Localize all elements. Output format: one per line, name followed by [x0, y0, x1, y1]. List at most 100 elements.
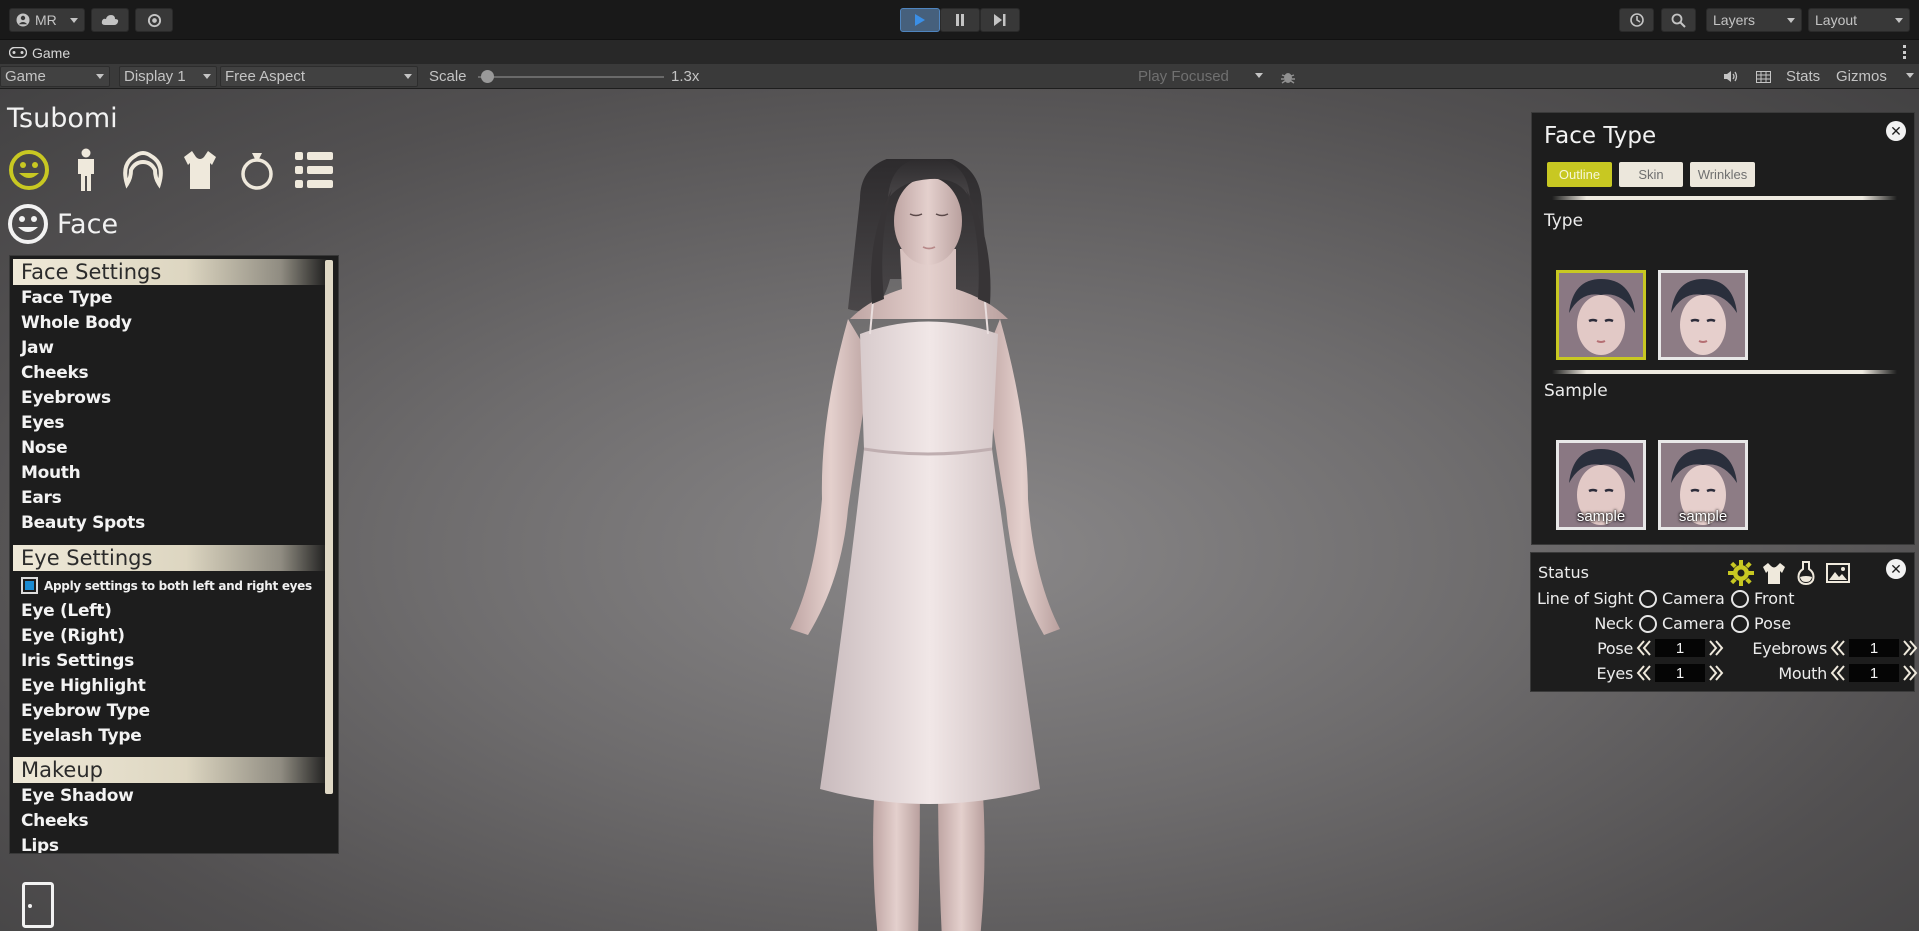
menu-item-eyes[interactable]: Eyes	[21, 413, 64, 433]
mute-button[interactable]	[1719, 67, 1741, 86]
bug-icon	[1281, 72, 1295, 84]
category-hair-button[interactable]	[120, 147, 165, 192]
category-accessory-button[interactable]	[234, 147, 279, 192]
play-icon	[915, 14, 925, 26]
tab-game[interactable]: Game	[0, 40, 84, 65]
menu-item-jaw[interactable]: Jaw	[21, 338, 54, 358]
play-mode-dropdown[interactable]: Play Focused	[1134, 66, 1268, 87]
layers-dropdown[interactable]: Layers	[1706, 8, 1802, 32]
menu-item-beauty-spots[interactable]: Beauty Spots	[21, 513, 145, 533]
chevron-left-icon[interactable]	[1829, 664, 1847, 682]
eyes-value[interactable]: 1	[1655, 664, 1705, 682]
menu-item-eye-shadow[interactable]: Eye Shadow	[21, 786, 134, 806]
mouth-value[interactable]: 1	[1849, 664, 1899, 682]
los-camera-radio[interactable]: Camera	[1639, 589, 1725, 608]
menu-item-lips[interactable]: Lips	[21, 836, 59, 853]
chevron-right-icon[interactable]	[1901, 639, 1919, 657]
category-body-button[interactable]	[63, 147, 108, 192]
tab-skin[interactable]: Skin	[1619, 162, 1683, 187]
chevron-left-icon[interactable]	[1635, 664, 1653, 682]
menu-item-eyebrow-type[interactable]: Eyebrow Type	[21, 701, 150, 721]
step-button[interactable]	[980, 8, 1020, 32]
chevron-left-icon[interactable]	[1829, 639, 1847, 657]
eyes-label: Eyes	[1596, 664, 1633, 683]
sample-thumb-2[interactable]: sample	[1658, 440, 1748, 530]
group-face-settings[interactable]: Face Settings	[13, 259, 328, 285]
menu-item-face-type[interactable]: Face Type	[21, 288, 113, 308]
sample-thumb-1[interactable]: sample	[1556, 440, 1646, 530]
tab-wrinkles-label: Wrinkles	[1697, 167, 1748, 182]
display-dropdown[interactable]: Display 1	[119, 66, 217, 87]
menu-item-cheeks[interactable]: Cheeks	[21, 363, 89, 383]
gizmos-dropdown[interactable]: Gizmos	[1832, 66, 1919, 87]
apply-both-checkbox[interactable]	[21, 577, 38, 594]
face-type-close-button[interactable]: ✕	[1886, 121, 1906, 141]
history-button[interactable]	[1619, 8, 1654, 32]
cloud-button[interactable]	[91, 8, 129, 32]
mouth-stepper[interactable]: 1	[1829, 664, 1919, 682]
pose-value[interactable]: 1	[1655, 639, 1705, 657]
history-icon	[1629, 13, 1644, 27]
tab-wrinkles[interactable]: Wrinkles	[1690, 162, 1755, 187]
game-viewport[interactable]: Tsubomi Face Face Settings Face Type Who…	[0, 89, 1919, 931]
character-model[interactable]	[760, 159, 1100, 931]
category-face-button[interactable]	[6, 147, 51, 192]
stats-grid-button[interactable]	[1752, 67, 1774, 86]
pause-button[interactable]	[940, 8, 980, 32]
play-button[interactable]	[900, 8, 940, 32]
face-type-thumb-1[interactable]	[1556, 270, 1646, 360]
eyes-stepper[interactable]: 1	[1635, 664, 1725, 682]
menu-item-mouth[interactable]: Mouth	[21, 463, 81, 483]
status-gear-button[interactable]	[1727, 559, 1755, 587]
eyebrows-stepper[interactable]: 1	[1829, 639, 1919, 657]
scale-slider-thumb[interactable]	[481, 70, 495, 83]
los-front-radio[interactable]: Front	[1731, 589, 1794, 608]
status-potion-button[interactable]	[1792, 559, 1820, 587]
pose-stepper[interactable]: 1	[1635, 639, 1725, 657]
collab-button[interactable]	[135, 8, 173, 32]
menu-item-ears[interactable]: Ears	[21, 488, 62, 508]
pose-label: Pose	[1597, 639, 1633, 658]
status-image-button[interactable]	[1824, 559, 1852, 587]
scale-slider[interactable]	[478, 70, 664, 83]
status-outfit-button[interactable]	[1760, 559, 1788, 587]
eyebrows-value[interactable]: 1	[1849, 639, 1899, 657]
face-type-thumb-2[interactable]	[1658, 270, 1748, 360]
menu-item-iris-settings[interactable]: Iris Settings	[21, 651, 134, 671]
debug-button[interactable]	[1276, 66, 1300, 87]
outfit-icon	[1763, 563, 1785, 584]
neck-camera-radio[interactable]: Camera	[1639, 614, 1725, 633]
menu-item-whole-body[interactable]: Whole Body	[21, 313, 132, 333]
menu-item-eye-right[interactable]: Eye (Right)	[21, 626, 125, 646]
exit-button[interactable]	[22, 882, 54, 931]
group-eye-settings[interactable]: Eye Settings	[13, 545, 328, 571]
settings-menu: Face Settings Face Type Whole Body Jaw C…	[9, 255, 339, 854]
category-list-button[interactable]	[291, 147, 336, 192]
account-dropdown[interactable]: MR	[9, 8, 85, 32]
chevron-left-icon[interactable]	[1635, 639, 1653, 657]
stats-button[interactable]: Stats	[1786, 68, 1820, 85]
tab-outline[interactable]: Outline	[1547, 162, 1612, 187]
status-title: Status	[1538, 563, 1589, 582]
status-close-button[interactable]: ✕	[1886, 559, 1906, 579]
menu-item-eyelash-type[interactable]: Eyelash Type	[21, 726, 142, 746]
menu-item-nose[interactable]: Nose	[21, 438, 68, 458]
menu-item-eyebrows[interactable]: Eyebrows	[21, 388, 111, 408]
apply-both-eyes-toggle[interactable]: Apply settings to both left and right ey…	[21, 577, 312, 594]
layout-dropdown[interactable]: Layout	[1808, 8, 1910, 32]
tab-menu-icon[interactable]	[1903, 43, 1907, 61]
search-button[interactable]	[1661, 8, 1696, 32]
neck-pose-radio[interactable]: Pose	[1731, 614, 1791, 633]
menu-item-makeup-cheeks[interactable]: Cheeks	[21, 811, 89, 831]
mouth-label: Mouth	[1778, 664, 1827, 683]
category-clothing-button[interactable]	[177, 147, 222, 192]
view-mode-dropdown[interactable]: Game	[0, 66, 110, 87]
menu-item-eye-left[interactable]: Eye (Left)	[21, 601, 112, 621]
chevron-right-icon[interactable]	[1901, 664, 1919, 682]
menu-item-eye-highlight[interactable]: Eye Highlight	[21, 676, 146, 696]
menu-scrollbar[interactable]	[325, 260, 333, 794]
group-makeup[interactable]: Makeup	[13, 757, 328, 783]
los-front-label: Front	[1754, 589, 1795, 608]
aspect-dropdown[interactable]: Free Aspect	[220, 66, 418, 87]
face-icon	[8, 149, 49, 190]
